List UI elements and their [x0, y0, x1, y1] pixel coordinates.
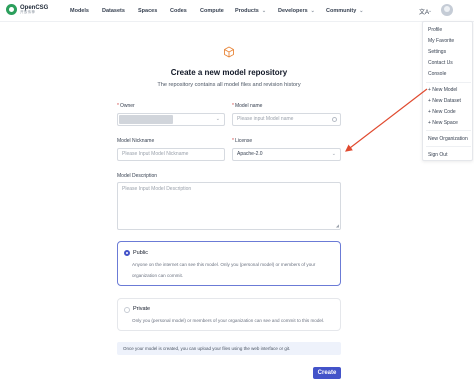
nav-spaces[interactable]: Spaces: [138, 8, 157, 14]
license-label: *License: [232, 138, 253, 144]
info-icon: [332, 117, 337, 122]
page-title: Create a new model repository: [170, 68, 288, 77]
chevron-down-icon: ⌄: [428, 8, 433, 14]
menu-divider: [426, 82, 471, 83]
brand-logo-icon: [6, 4, 17, 15]
menu-item-sign-out[interactable]: Sign Out: [428, 152, 447, 158]
public-title: Public: [133, 250, 148, 256]
model-name-input[interactable]: Please input Model name: [232, 113, 341, 126]
visibility-public-option[interactable]: Public Anyone on the internet can see th…: [117, 241, 341, 286]
brand-logo[interactable]: OpenCSG 开放传神: [6, 4, 48, 15]
top-navigation: OpenCSG 开放传神 Models Datasets Spaces Code…: [0, 0, 474, 22]
owner-select[interactable]: ⌄: [117, 113, 225, 126]
page-subtitle: The repository contains all model files …: [157, 82, 301, 88]
nickname-input[interactable]: Please Input Model Nickname: [117, 148, 225, 161]
description-label: Model Description: [117, 173, 158, 179]
menu-item-new-model[interactable]: + New Model: [428, 87, 457, 93]
license-value: Apache-2.0: [237, 151, 263, 157]
nickname-placeholder: Please Input Model Nickname: [122, 151, 189, 157]
user-dropdown-menu: Profile My Favorite Settings Contact Us …: [422, 21, 473, 161]
public-description: Anyone on the internet can see this mode…: [132, 262, 316, 278]
chevron-down-icon: ⌄: [331, 151, 336, 157]
nav-products-dropdown[interactable]: Products ⌄: [235, 8, 266, 14]
description-textarea[interactable]: Please Input Model Description ◢: [117, 182, 341, 230]
visibility-private-option[interactable]: Private Only you (personal model) or mem…: [117, 298, 341, 331]
nav-community-dropdown[interactable]: Community ⌄: [326, 8, 363, 14]
model-name-label: *Model name: [232, 103, 263, 109]
nav-codes[interactable]: Codes: [170, 8, 187, 14]
nav-compute[interactable]: Compute: [200, 8, 224, 14]
nav-developers-label: Developers: [278, 8, 308, 14]
resize-handle-icon[interactable]: ◢: [336, 223, 339, 228]
menu-divider: [426, 146, 471, 147]
chevron-down-icon: ⌄: [310, 8, 315, 14]
public-radio[interactable]: [124, 250, 130, 256]
nav-products-label: Products: [235, 8, 259, 14]
menu-item-new-organization[interactable]: New Organization: [428, 136, 468, 142]
menu-item-settings[interactable]: Settings: [428, 49, 446, 55]
menu-divider: [426, 130, 471, 131]
menu-item-my-favorite[interactable]: My Favorite: [428, 38, 454, 44]
nav-developers-dropdown[interactable]: Developers ⌄: [278, 8, 315, 14]
brand-tagline: 开放传神: [20, 9, 36, 14]
upload-notice: Once your model is created, you can uplo…: [117, 342, 341, 355]
chevron-down-icon: ⌄: [215, 116, 220, 122]
menu-item-contact-us[interactable]: Contact Us: [428, 60, 453, 66]
menu-item-new-dataset[interactable]: + New Dataset: [428, 98, 461, 104]
chevron-down-icon: ⌄: [359, 8, 364, 14]
nav-datasets[interactable]: Datasets: [102, 8, 125, 14]
description-placeholder: Please Input Model Description: [122, 186, 192, 192]
owner-label: *Owner: [117, 103, 135, 109]
private-title: Private: [133, 306, 151, 312]
nickname-label: Model Nickname: [117, 138, 155, 144]
private-description: Only you (personal model) or members of …: [132, 318, 325, 323]
menu-item-profile[interactable]: Profile: [428, 27, 442, 33]
menu-item-new-code[interactable]: + New Code: [428, 109, 456, 115]
license-select[interactable]: Apache-2.0 ⌄: [232, 148, 341, 161]
nav-community-label: Community: [326, 8, 357, 14]
chevron-down-icon: ⌄: [261, 8, 267, 14]
create-button[interactable]: Create: [313, 367, 341, 379]
private-radio[interactable]: [124, 307, 130, 313]
nav-models[interactable]: Models: [70, 8, 89, 14]
menu-item-new-space[interactable]: + New Space: [428, 120, 458, 126]
model-name-placeholder: Please input Model name: [237, 116, 294, 122]
owner-selected-value: [119, 115, 173, 124]
menu-item-console[interactable]: Console: [428, 71, 446, 77]
cube-icon: [224, 46, 234, 58]
user-avatar[interactable]: [441, 4, 453, 16]
